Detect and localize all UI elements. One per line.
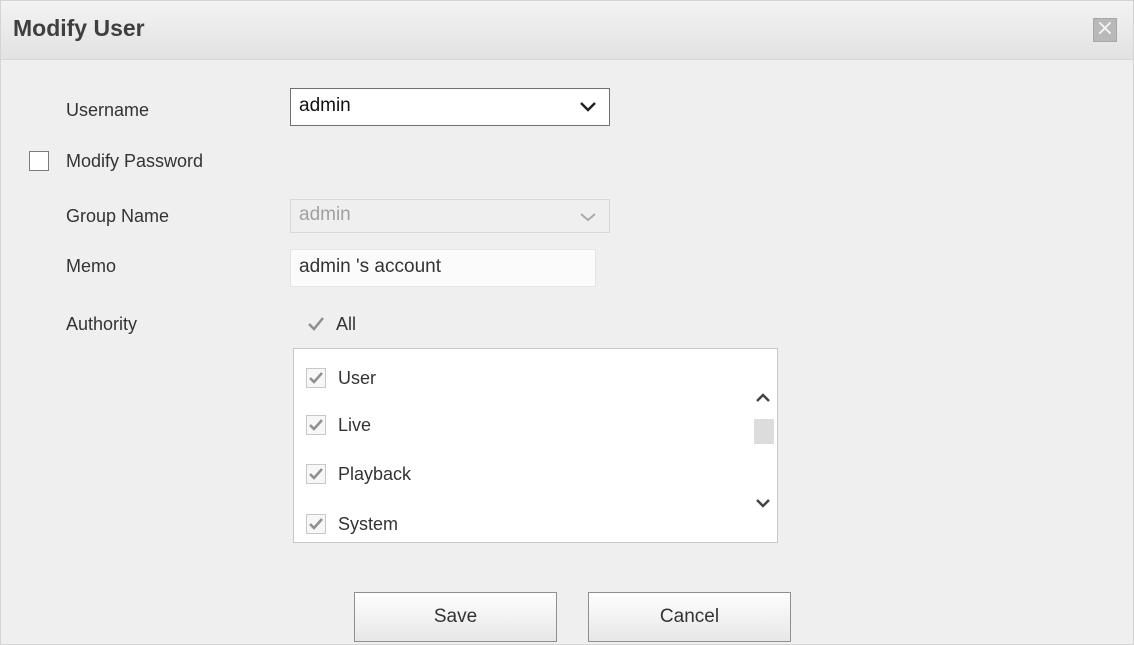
- authority-item-live[interactable]: Live: [306, 410, 726, 440]
- checkbox[interactable]: [306, 368, 326, 388]
- checkbox[interactable]: [306, 514, 326, 534]
- dialog-titlebar: Modify User ×: [1, 1, 1133, 60]
- authority-item-label: Live: [338, 415, 372, 435]
- authority-list[interactable]: User Live Playback System: [293, 348, 778, 543]
- authority-item-system[interactable]: System: [306, 509, 726, 539]
- memo-label: Memo: [66, 256, 117, 276]
- dialog-title: Modify User: [13, 15, 145, 41]
- memo-field[interactable]: admin 's account: [290, 249, 596, 287]
- checkbox[interactable]: [306, 415, 326, 435]
- username-label: Username: [66, 100, 150, 120]
- chevron-down-icon: [580, 102, 596, 112]
- group-name-select: admin: [290, 199, 610, 233]
- authority-label: Authority: [66, 314, 138, 334]
- cancel-button[interactable]: Cancel: [588, 592, 791, 642]
- check-icon: [308, 317, 324, 331]
- authority-item-label: System: [338, 514, 399, 534]
- all-label: All: [336, 314, 357, 334]
- check-icon: [309, 419, 323, 431]
- close-icon[interactable]: ×: [1093, 18, 1117, 42]
- chevron-up-icon[interactable]: [754, 389, 772, 407]
- modify-user-dialog: Modify User × Username admin Modify Pass…: [0, 0, 1134, 645]
- memo-value: admin 's account: [299, 256, 441, 277]
- modify-password-label: Modify Password: [66, 151, 204, 171]
- chevron-down-icon: [580, 213, 596, 222]
- checkbox[interactable]: [306, 464, 326, 484]
- save-button[interactable]: Save: [354, 592, 557, 642]
- check-icon: [309, 468, 323, 480]
- all-checkbox[interactable]: [305, 313, 325, 333]
- group-name-value: admin: [299, 204, 351, 225]
- authority-item-user[interactable]: User: [306, 363, 726, 393]
- chevron-down-icon[interactable]: [754, 494, 772, 512]
- authority-item-playback[interactable]: Playback: [306, 459, 726, 489]
- check-icon: [309, 518, 323, 530]
- modify-password-checkbox[interactable]: [29, 151, 49, 171]
- group-name-label: Group Name: [66, 206, 170, 226]
- check-icon: [309, 372, 323, 384]
- scrollbar[interactable]: [749, 349, 777, 542]
- scrollbar-thumb[interactable]: [754, 419, 774, 444]
- username-select[interactable]: admin: [290, 88, 610, 126]
- authority-item-label: Playback: [338, 464, 412, 484]
- username-value: admin: [299, 95, 351, 116]
- authority-item-label: User: [338, 368, 377, 388]
